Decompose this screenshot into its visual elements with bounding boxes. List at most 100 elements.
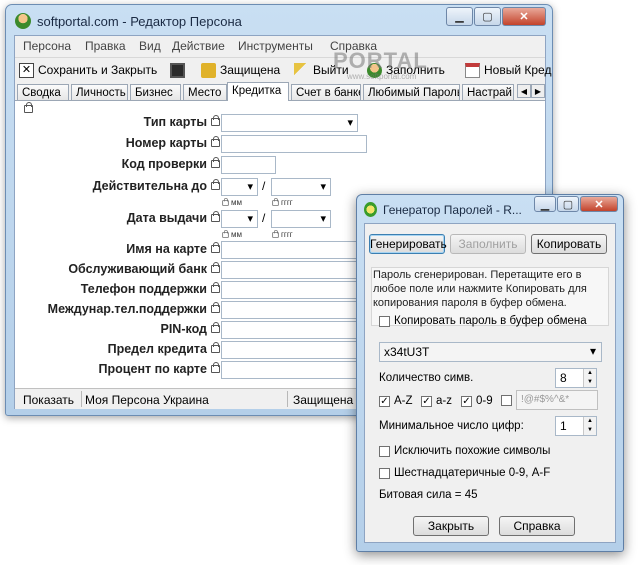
card-rate-input[interactable] bbox=[221, 361, 361, 379]
save-close-button[interactable]: ✕ Сохранить и Закрыть bbox=[19, 61, 157, 79]
support-phone-label: Телефон поддержки bbox=[80, 282, 207, 296]
exclude-similar-checkbox[interactable]: Исключить похожие символы bbox=[379, 445, 550, 457]
close-x-icon: ✕ bbox=[19, 62, 34, 78]
issue-date-month-select[interactable] bbox=[221, 210, 258, 228]
help-button[interactable]: Справка bbox=[499, 516, 575, 536]
hex-label: Шестнадцатеричные 0-9, A-F bbox=[394, 467, 551, 479]
uppercase-checkbox[interactable]: ✓ A-Z bbox=[379, 395, 413, 407]
issue-date-yyyy-label: гггг bbox=[281, 230, 293, 239]
tab-summary[interactable]: Сводка bbox=[17, 84, 69, 100]
spin-arrows-icon[interactable]: ▲ ▼ bbox=[583, 417, 596, 435]
menu-bar: Персона Правка Вид Действие Инструменты … bbox=[15, 36, 545, 56]
tab-place[interactable]: Место bbox=[183, 84, 227, 100]
checkbox-empty-icon bbox=[379, 467, 390, 479]
dialog-minimize-button[interactable]: ▁ bbox=[534, 196, 556, 212]
status-persona: Моя Персона Украина bbox=[85, 393, 209, 407]
password-combo[interactable]: x34tU3T bbox=[379, 342, 602, 362]
valid-until-year-select[interactable] bbox=[271, 178, 331, 196]
tab-identity[interactable]: Личность bbox=[71, 84, 128, 100]
main-title-bar[interactable]: softportal.com - Редактор Персона ▁ ▢ ✕ bbox=[6, 5, 552, 35]
copy-to-clipboard-checkbox[interactable]: Копировать пароль в буфер обмена bbox=[379, 315, 587, 327]
info-text: Пароль сгенерирован. Перетащите его в лю… bbox=[373, 269, 587, 309]
status-show[interactable]: Показать bbox=[23, 393, 74, 407]
close-button[interactable]: ✕ bbox=[502, 7, 546, 26]
menu-persona[interactable]: Персона bbox=[23, 39, 71, 53]
menu-edit[interactable]: Правка bbox=[85, 39, 126, 53]
spin-arrows-icon[interactable]: ▲ ▼ bbox=[583, 369, 596, 387]
copy-button[interactable]: Копировать bbox=[531, 234, 607, 254]
menu-view[interactable]: Вид bbox=[139, 39, 161, 53]
card-rate-label: Процент по карте bbox=[98, 362, 207, 376]
protected-button[interactable]: Защищена bbox=[201, 61, 280, 79]
new-card-button[interactable]: Новый Кред bbox=[465, 61, 551, 79]
checkbox-empty-icon bbox=[379, 315, 390, 327]
menu-tools[interactable]: Инструменты bbox=[238, 39, 313, 53]
bank-label: Обслуживающий банк bbox=[68, 262, 207, 276]
card-rate-lock-icon bbox=[211, 362, 220, 373]
save-button[interactable] bbox=[170, 61, 189, 79]
support-phone-input[interactable] bbox=[221, 281, 361, 299]
card-type-lock-icon bbox=[211, 115, 220, 126]
fill-password-button[interactable]: Заполнить bbox=[450, 234, 526, 254]
window-title: softportal.com - Редактор Персона bbox=[37, 14, 242, 29]
dialog-title: Генератор Паролей - R... bbox=[383, 203, 522, 217]
card-number-input[interactable] bbox=[221, 135, 367, 153]
min-digits-label: Минимальное число цифр: bbox=[379, 420, 524, 432]
intl-support-phone-lock-icon bbox=[211, 302, 220, 313]
symbols-checkbox[interactable] bbox=[501, 395, 516, 406]
pin-input[interactable] bbox=[221, 321, 361, 339]
dialog-maximize-button[interactable]: ▢ bbox=[557, 196, 579, 212]
menu-action[interactable]: Действие bbox=[172, 39, 225, 53]
close-dialog-button[interactable]: Закрыть bbox=[413, 516, 489, 536]
pin-lock-icon bbox=[211, 322, 220, 333]
key-icon bbox=[294, 62, 309, 78]
generator-icon bbox=[364, 202, 377, 217]
bank-input[interactable] bbox=[221, 261, 361, 279]
generate-button[interactable]: Генерировать bbox=[369, 234, 447, 254]
padlock-icon bbox=[201, 62, 216, 78]
intl-support-phone-input[interactable] bbox=[221, 301, 361, 319]
save-close-label: Сохранить и Закрыть bbox=[38, 63, 158, 77]
issue-date-mm-label: мм bbox=[231, 230, 242, 239]
maximize-button[interactable]: ▢ bbox=[474, 7, 501, 26]
dialog-close-button[interactable]: ✕ bbox=[580, 196, 618, 212]
intl-support-phone-label: Междунар.тел.поддержки bbox=[47, 302, 207, 316]
exclude-similar-label: Исключить похожие символы bbox=[394, 445, 551, 457]
name-on-card-label: Имя на карте bbox=[126, 242, 207, 256]
length-spinner[interactable]: 8 ▲ ▼ bbox=[555, 368, 597, 388]
tab-settings[interactable]: Настрай bbox=[462, 84, 514, 100]
protected-label: Защищена bbox=[220, 63, 281, 77]
hex-checkbox[interactable]: Шестнадцатеричные 0-9, A-F bbox=[379, 467, 550, 479]
valid-until-yyyy-lock-icon bbox=[272, 198, 279, 206]
length-label: Количество симв. bbox=[379, 372, 474, 384]
card-type-select[interactable] bbox=[221, 114, 358, 132]
valid-until-month-select[interactable] bbox=[221, 178, 258, 196]
credit-limit-input[interactable] bbox=[221, 341, 361, 359]
checkbox-checked-icon: ✓ bbox=[421, 395, 432, 407]
issue-date-year-select[interactable] bbox=[271, 210, 331, 228]
card-type-label: Тип карты bbox=[143, 115, 207, 129]
watermark-url: www.softportal.com bbox=[347, 72, 417, 81]
credit-limit-lock-icon bbox=[211, 342, 220, 353]
name-on-card-input[interactable] bbox=[221, 241, 361, 259]
credit-card-icon bbox=[465, 62, 480, 78]
minimize-button[interactable]: ▁ bbox=[446, 7, 473, 26]
tab-scroll-right[interactable]: ▶ bbox=[531, 84, 545, 98]
digits-checkbox[interactable]: ✓ 0-9 bbox=[461, 395, 493, 407]
status-protected: Защищена bbox=[293, 393, 354, 407]
tab-favorite-password[interactable]: Любимый Пароль bbox=[363, 84, 460, 100]
valid-until-lock-icon bbox=[211, 179, 220, 190]
support-phone-lock-icon bbox=[211, 282, 220, 293]
checkbox-empty-icon bbox=[501, 395, 512, 406]
min-digits-spinner[interactable]: 1 ▲ ▼ bbox=[555, 416, 597, 436]
tab-credit-card[interactable]: Кредитка bbox=[227, 82, 289, 101]
tab-bank-account[interactable]: Счет в банке bbox=[291, 84, 361, 100]
symbols-input[interactable]: !@#$%^&* bbox=[516, 390, 598, 410]
check-code-input[interactable] bbox=[221, 156, 276, 174]
tab-scroll-left[interactable]: ◀ bbox=[517, 84, 531, 98]
tab-business[interactable]: Бизнес bbox=[130, 84, 181, 100]
panel-lock-icon bbox=[24, 102, 33, 113]
lowercase-checkbox[interactable]: ✓ a-z bbox=[421, 395, 452, 407]
valid-until-label: Действительна до bbox=[92, 179, 207, 193]
valid-until-mm-lock-icon bbox=[222, 198, 229, 206]
